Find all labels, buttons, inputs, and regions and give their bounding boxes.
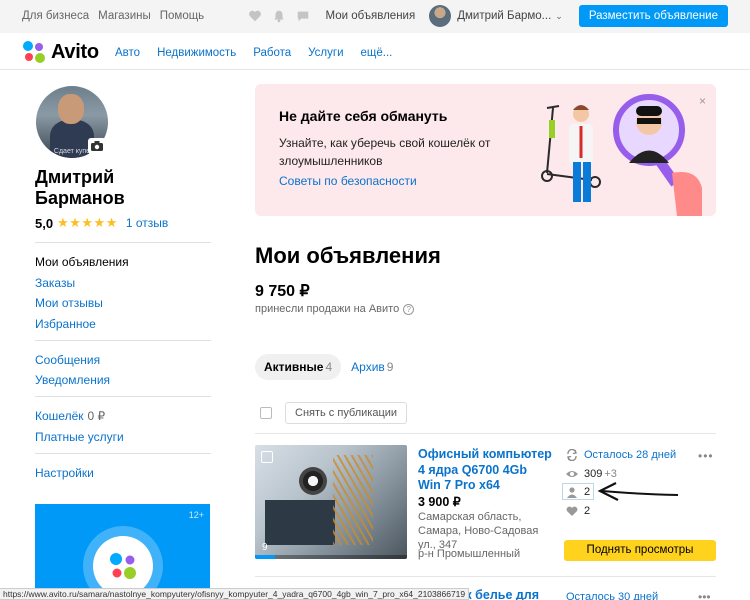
logo-dots-icon <box>22 40 46 64</box>
favorites-stat: 2 <box>566 505 590 517</box>
sidebar-item-paid-services[interactable]: Платные услуги <box>35 430 124 444</box>
nav-link-more[interactable]: ещё... <box>361 47 393 59</box>
heart-icon[interactable] <box>248 9 262 23</box>
chevron-down-icon[interactable]: ⌄ <box>555 11 563 22</box>
listing-title[interactable]: Офисный компьютер 4 ядра Q6700 4Gb Win 7… <box>418 447 553 494</box>
app-logo-icon <box>93 536 153 596</box>
select-all-checkbox[interactable] <box>260 407 272 419</box>
divider <box>35 453 211 454</box>
raise-views-button[interactable]: Поднять просмотры <box>564 540 716 561</box>
nav-link-realty[interactable]: Недвижимость <box>157 47 236 59</box>
sidebar-item-favorites[interactable]: Избранное <box>35 317 96 331</box>
sidebar-item-my-ads[interactable]: Мои объявления <box>35 255 129 269</box>
unpublish-button[interactable]: Снять с публикации <box>285 402 408 424</box>
divider <box>35 396 211 397</box>
sidebar-item-notifications[interactable]: Уведомления <box>35 373 110 387</box>
top-my-ads-link[interactable]: Мои объявления <box>326 10 416 22</box>
reviews-link[interactable]: 1 отзыв <box>126 216 168 230</box>
fraud-illustration-icon <box>541 94 702 216</box>
nav-link-jobs[interactable]: Работа <box>253 47 291 59</box>
listing-price: 3 900 ₽ <box>418 495 461 509</box>
days-left[interactable]: Осталось 28 дней <box>566 449 676 461</box>
logo-text: Avito <box>51 40 99 63</box>
safety-tips-link[interactable]: Советы по безопасности <box>279 174 417 188</box>
top-links: Для бизнеса Магазины Помощь <box>22 10 204 22</box>
next-days-left[interactable]: Осталось 30 дней <box>566 591 658 600</box>
listing-checkbox[interactable] <box>261 451 273 463</box>
renew-icon <box>567 449 577 461</box>
listing-photo[interactable]: 9 <box>255 445 407 559</box>
views-stat: 309 +3 <box>566 468 617 480</box>
photo-count: 9 <box>262 542 268 553</box>
age-rating: 12+ <box>188 510 204 520</box>
safety-banner: Не дайте себя обмануть Узнайте, как убер… <box>255 84 716 216</box>
nav-link-auto[interactable]: Авто <box>115 47 140 59</box>
banner-title: Не дайте себя обмануть <box>279 108 448 124</box>
listing-district: р-н Промышленный <box>418 548 521 560</box>
divider <box>255 576 716 577</box>
bell-icon[interactable] <box>272 9 286 23</box>
sidebar-item-my-reviews[interactable]: Мои отзывы <box>35 296 103 310</box>
tab-active[interactable]: Активные 4 <box>255 354 342 380</box>
user-menu[interactable]: Дмитрий Бармо... <box>457 10 551 22</box>
category-links: Авто Недвижимость Работа Услуги ещё... <box>115 47 409 59</box>
avito-logo[interactable]: Avito <box>22 40 99 64</box>
arrow-annotation <box>597 482 679 501</box>
banner-text: Узнайте, как уберечь свой кошелёк от зло… <box>279 136 491 168</box>
help-icon[interactable]: ? <box>403 303 415 315</box>
sidebar-item-wallet[interactable]: Кошелёк 0 ₽ <box>35 409 105 423</box>
link-help[interactable]: Помощь <box>160 10 204 22</box>
app-promo-banner[interactable]: 12+ <box>35 504 210 600</box>
status-bar-url: https://www.avito.ru/samara/nastolnye_ko… <box>0 588 470 600</box>
profile-rating: 5,0 ★★★★★ 1 отзыв <box>35 215 168 231</box>
link-shops[interactable]: Магазины <box>98 10 151 22</box>
tab-archive[interactable]: Архив 9 <box>351 360 393 374</box>
sidebar-item-settings[interactable]: Настройки <box>35 466 94 480</box>
post-ad-button[interactable]: Разместить объявление <box>578 5 728 27</box>
heart-icon <box>566 506 578 516</box>
link-for-business[interactable]: Для бизнеса <box>22 10 89 22</box>
sales-caption: принесли продажи на Авито ? <box>255 303 415 315</box>
top-bar: Для бизнеса Магазины Помощь Мои объявлен… <box>0 0 750 33</box>
next-more-options-icon[interactable]: ••• <box>698 590 711 600</box>
top-right: Мои объявления Дмитрий Бармо... ⌄ Размес… <box>248 5 728 27</box>
avatar[interactable] <box>429 5 452 27</box>
star-icons: ★★★★★ <box>57 215 118 230</box>
main-nav: Avito Авто Недвижимость Работа Услуги ещ… <box>0 33 750 70</box>
rating-value: 5,0 <box>35 215 54 231</box>
divider <box>255 433 716 434</box>
divider <box>35 242 211 243</box>
person-icon <box>567 487 577 498</box>
sales-total: 9 750 ₽ <box>255 283 310 300</box>
listing-address: Самарская область, Самара, Ново-Садовая … <box>418 511 539 551</box>
contacts-stat: 2 <box>566 486 590 498</box>
divider <box>35 340 211 341</box>
sidebar-item-orders[interactable]: Заказы <box>35 276 75 290</box>
page-title: Мои объявления <box>255 243 441 268</box>
wallet-balance: 0 ₽ <box>87 409 106 423</box>
more-options-icon[interactable]: ••• <box>698 449 714 463</box>
profile-name: Дмитрий Барманов <box>35 167 125 208</box>
camera-icon[interactable] <box>88 138 106 154</box>
nav-link-services[interactable]: Услуги <box>308 47 343 59</box>
ad-tabs: Активные 4 Архив 9 <box>255 354 393 380</box>
sidebar-item-messages[interactable]: Сообщения <box>35 353 100 367</box>
chat-icon[interactable] <box>296 9 310 23</box>
eye-icon <box>566 471 578 477</box>
